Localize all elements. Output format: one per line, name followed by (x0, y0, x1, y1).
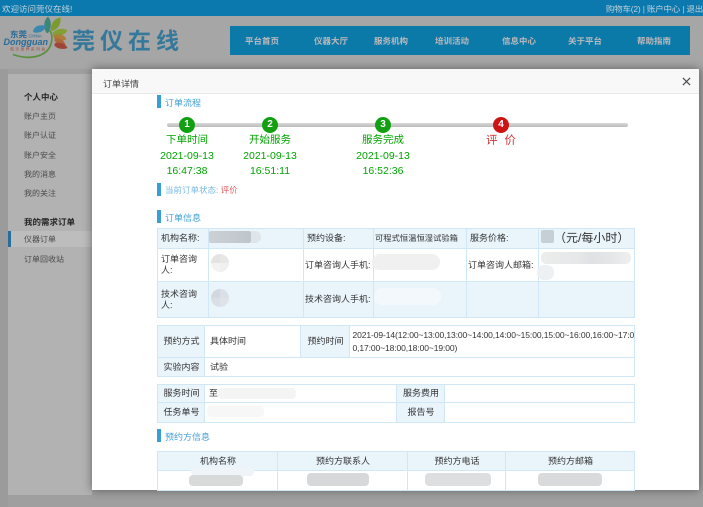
svg-text:每天世界系列会: 每天世界系列会 (10, 47, 46, 52)
svg-text:Dongguan: Dongguan (4, 37, 49, 47)
